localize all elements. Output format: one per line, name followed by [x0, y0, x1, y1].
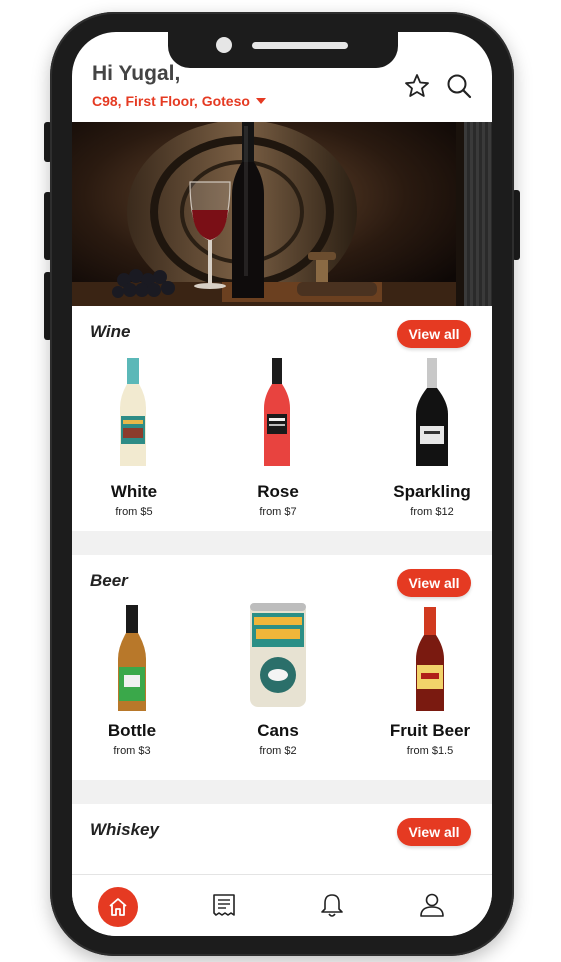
- home-icon[interactable]: [98, 887, 138, 927]
- beer-view-all-button[interactable]: View all: [397, 569, 471, 597]
- bottom-navigation: [72, 874, 492, 936]
- rose-wine-bottle-image: [264, 358, 290, 466]
- caret-down-icon: [255, 98, 266, 104]
- fruit-beer-bottle-image: [416, 607, 444, 711]
- whiskey-view-all-button[interactable]: View all: [397, 818, 471, 846]
- item-name: Fruit Beer: [389, 721, 471, 740]
- item-name: Cans: [257, 721, 299, 740]
- search-icon[interactable]: [445, 72, 473, 100]
- item-name: Rose: [257, 482, 299, 501]
- front-camera: [216, 37, 232, 53]
- item-name: Sparkling: [393, 482, 471, 501]
- category-card-bottle[interactable]: Bottle from $3: [72, 595, 192, 765]
- section-divider: [72, 531, 492, 555]
- location-selector[interactable]: C98, First Floor, Goteso: [92, 93, 266, 109]
- category-card-fruit-beer[interactable]: Fruit Beer from $1.5: [370, 595, 490, 765]
- item-price: from $3: [113, 745, 151, 757]
- orders-icon[interactable]: [204, 885, 244, 925]
- beer-section: Beer View all Bottle from $3 Cans from $…: [72, 555, 492, 780]
- next-banner-preview[interactable]: [464, 122, 492, 306]
- category-card-cans[interactable]: Cans from $2: [218, 595, 338, 765]
- item-price: from $2: [259, 745, 297, 757]
- banner-image: [72, 122, 456, 306]
- sparkling-wine-bottle-image: [416, 358, 448, 466]
- phone-notch: [168, 32, 398, 68]
- white-wine-bottle-image: [120, 358, 146, 466]
- beer-can-image: [250, 603, 306, 707]
- earpiece-speaker: [252, 42, 348, 49]
- star-icon[interactable]: [403, 72, 431, 100]
- whiskey-section: Whiskey View all: [72, 804, 492, 874]
- wine-section: Wine View all White from $5 Rose from $7…: [72, 306, 492, 531]
- location-text: C98, First Floor, Goteso: [92, 93, 250, 109]
- section-title: Whiskey: [90, 820, 159, 839]
- wine-view-all-button[interactable]: View all: [397, 320, 471, 348]
- item-price: from $1.5: [406, 745, 454, 757]
- section-divider: [72, 780, 492, 804]
- category-card-rose[interactable]: Rose from $7: [218, 356, 338, 526]
- bell-icon[interactable]: [312, 885, 352, 925]
- category-card-sparkling[interactable]: Sparkling from $12: [372, 356, 492, 526]
- app-screen: Hi Yugal, C98, First Floor, Goteso Wine …: [72, 32, 492, 936]
- item-price: from $5: [115, 506, 153, 518]
- greeting-text: Hi Yugal,: [92, 62, 181, 85]
- category-card-white[interactable]: White from $5: [74, 356, 194, 526]
- section-title: Beer: [90, 571, 128, 590]
- profile-icon[interactable]: [412, 885, 452, 925]
- item-price: from $7: [259, 506, 297, 518]
- promo-banner[interactable]: [72, 122, 492, 306]
- beer-bottle-image: [118, 605, 146, 711]
- item-price: from $12: [410, 506, 454, 518]
- item-name: Bottle: [107, 721, 157, 740]
- section-title: Wine: [90, 322, 131, 341]
- item-name: White: [110, 482, 158, 501]
